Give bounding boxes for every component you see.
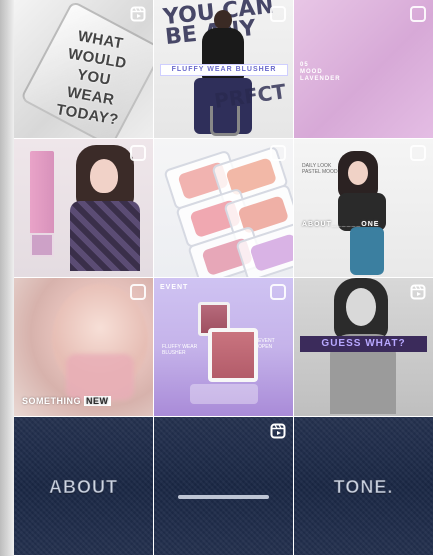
post-text: WHAT WOULD YOU WEAR TODAY? bbox=[37, 22, 152, 133]
post-tile-2[interactable]: YOU CAN BE ANY FLUFFY WEAR BLUSHER PRFCT bbox=[154, 0, 293, 139]
post-tile-9[interactable]: GUESS WHAT? bbox=[294, 278, 433, 417]
post-tile-7[interactable]: SOMETHING NEW bbox=[14, 278, 153, 417]
caption: SOMETHING NEW bbox=[22, 396, 111, 406]
tiny-text-right: EVENT OPEN bbox=[258, 338, 275, 350]
caption-left: SOMETHING bbox=[22, 396, 82, 406]
post-tile-10[interactable]: ABOUT bbox=[14, 417, 153, 556]
blurred-product bbox=[66, 354, 134, 400]
post-tile-11[interactable] bbox=[154, 417, 293, 556]
mood-label: 05 MOOD LAVENDER bbox=[300, 62, 341, 83]
denim-underline bbox=[178, 495, 269, 499]
multiple-icon bbox=[270, 6, 286, 22]
model-face bbox=[90, 159, 118, 193]
profile-post-grid: WHAT WOULD YOU WEAR TODAY? YOU CAN BE AN… bbox=[14, 0, 434, 556]
multiple-icon bbox=[130, 284, 146, 300]
post-tile-12[interactable]: TONE. bbox=[294, 417, 433, 556]
label-prefix: 05 bbox=[300, 62, 309, 68]
multiple-icon bbox=[270, 145, 286, 161]
model-jeans bbox=[350, 227, 384, 275]
label-line: LAVENDER bbox=[300, 76, 341, 82]
reel-icon bbox=[410, 284, 426, 300]
product-tube bbox=[30, 151, 54, 235]
denim-word: ABOUT bbox=[49, 477, 118, 498]
product-band: FLUFFY WEAR BLUSHER bbox=[160, 64, 288, 76]
small-text: DAILY LOOK PASTEL MOOD bbox=[302, 163, 338, 175]
blush-pan bbox=[249, 233, 293, 273]
reel-icon bbox=[270, 423, 286, 439]
model-head bbox=[214, 10, 232, 30]
model-outfit bbox=[70, 201, 140, 271]
display-stage bbox=[190, 384, 258, 404]
about-text: ABOUT______ONE bbox=[302, 221, 380, 228]
post-tile-1[interactable]: WHAT WOULD YOU WEAR TODAY? bbox=[14, 0, 153, 139]
model-face bbox=[346, 288, 376, 326]
event-label: EVENT bbox=[160, 284, 189, 291]
label-line: MOOD bbox=[300, 69, 323, 75]
caption-highlight: NEW bbox=[84, 396, 111, 406]
tiny-text-left: FLUFFY WEAR BLUSHER bbox=[162, 344, 198, 356]
post-tile-4[interactable] bbox=[14, 139, 153, 278]
multiple-icon bbox=[410, 145, 426, 161]
denim-word: TONE. bbox=[333, 477, 394, 498]
multiple-icon bbox=[270, 284, 286, 300]
post-tile-5[interactable] bbox=[154, 139, 293, 278]
guess-what-banner: GUESS WHAT? bbox=[300, 336, 427, 352]
reel-icon bbox=[130, 6, 146, 22]
left-gutter bbox=[0, 0, 14, 556]
multiple-icon bbox=[130, 145, 146, 161]
compact-large bbox=[208, 328, 258, 382]
post-tile-3[interactable]: 05 MOOD LAVENDER bbox=[294, 0, 433, 139]
post-tile-8[interactable]: EVENT FLUFFY WEAR BLUSHER EVENT OPEN bbox=[154, 278, 293, 417]
product-swatch bbox=[30, 233, 54, 257]
model-face bbox=[348, 161, 368, 185]
post-tile-6[interactable]: DAILY LOOK PASTEL MOOD ABOUT______ONE bbox=[294, 139, 433, 278]
multiple-icon bbox=[410, 6, 426, 22]
